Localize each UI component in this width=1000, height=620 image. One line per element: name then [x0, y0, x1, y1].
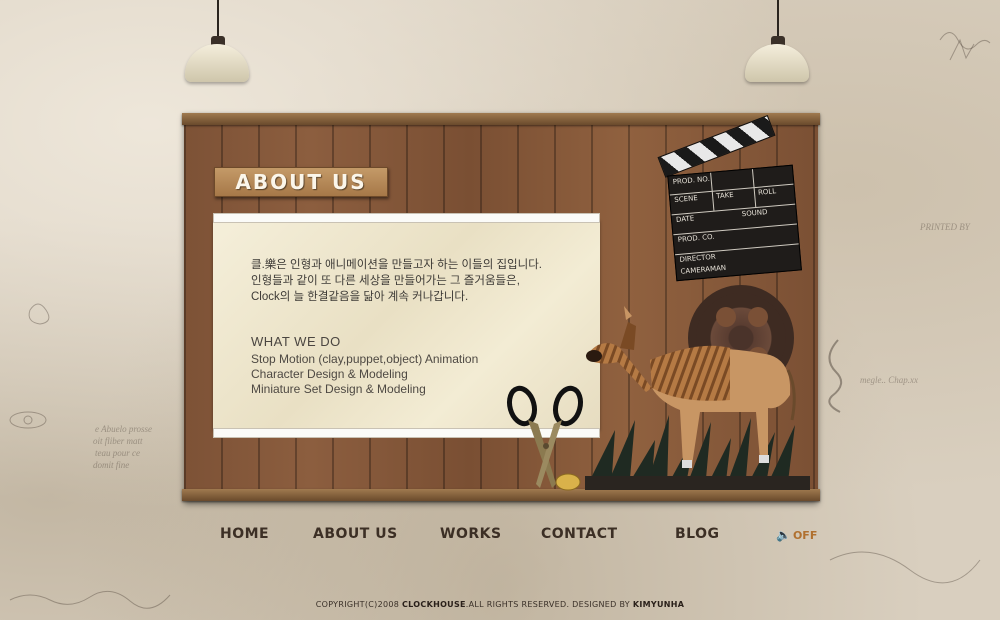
clapperboard-icon: PROD. NO. SCENE TAKE ROLL DATE SOUND PRO…	[657, 114, 804, 284]
section-title-plank: ABOUT US	[214, 167, 388, 197]
scissors-illustration	[507, 385, 583, 491]
sound-toggle-label: OFF	[792, 529, 818, 542]
nav-home[interactable]: HOME	[220, 526, 269, 542]
footer-middle: .ALL RIGHTS RESERVED. DESIGNED BY	[465, 600, 633, 609]
footer-brand: CLOCKHOUSE	[402, 600, 466, 609]
board-bottom-rail	[182, 489, 820, 501]
service-item: Stop Motion (clay,puppet,object) Animati…	[251, 352, 479, 366]
nav-blog[interactable]: BLOG	[675, 526, 720, 542]
main-navigation: HOME ABOUT US WORKS CONTACT BLOG	[0, 526, 1000, 552]
tape-top	[213, 213, 600, 223]
nav-about-us[interactable]: ABOUT US	[313, 526, 398, 542]
svg-text:domit fine: domit fine	[93, 460, 129, 470]
nav-contact[interactable]: CONTACT	[541, 526, 618, 542]
footer-designer: KIMYUNHA	[632, 600, 685, 609]
board-top-rail	[182, 113, 820, 125]
nav-works[interactable]: WORKS	[440, 526, 502, 542]
svg-text:e Abuelo prosse: e Abuelo prosse	[95, 424, 152, 434]
service-item: Miniature Set Design & Modeling	[251, 382, 426, 396]
services-list: Stop Motion (clay,puppet,object) Animati…	[251, 352, 478, 397]
svg-text:teau pour ce: teau pour ce	[95, 448, 140, 458]
service-item: Character Design & Modeling	[251, 367, 408, 381]
intro-line-2: 인형들과 같이 또 다른 세상을 만들어가는 그 즐거움들은,	[251, 275, 520, 287]
svg-text:PRINTED BY: PRINTED BY	[919, 222, 971, 232]
intro-line-1: 클.樂은 인형과 애니메이션을 만들고자 하는 이들의 집입니다.	[251, 259, 542, 271]
footer-prefix: COPYRIGHT(C)2008	[315, 600, 403, 609]
footer-copyright: COPYRIGHT(C)2008 CLOCKHOUSE.ALL RIGHTS R…	[0, 600, 1000, 609]
spiral-line-decoration	[828, 339, 843, 413]
zebra-figure-illustration	[586, 306, 796, 468]
sound-toggle-button[interactable]: 🔈 OFF	[776, 528, 817, 542]
svg-text:oit fliber matt: oit fliber matt	[93, 436, 143, 446]
speaker-muted-icon: 🔈	[776, 528, 791, 542]
intro-text: 클.樂은 인형과 애니메이션을 만들고자 하는 이들의 집입니다. 인형들과 같…	[251, 257, 542, 305]
svg-text:megle.. Chap.xx: megle.. Chap.xx	[860, 375, 918, 385]
what-we-do-heading: WHAT WE DO	[251, 334, 341, 349]
intro-line-3: Clock의 늘 한결같음을 닮아 계속 커나갑니다.	[251, 291, 469, 303]
